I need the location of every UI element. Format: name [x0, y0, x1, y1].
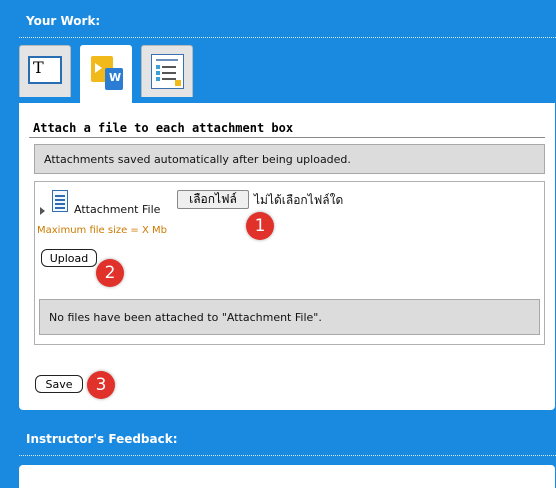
text-box-icon: T — [28, 56, 62, 84]
outline-line — [156, 65, 160, 69]
your-work-title: Your Work: — [26, 14, 101, 28]
outline-line — [162, 78, 176, 80]
step-badge-2: 2 — [96, 259, 124, 287]
tab-outline[interactable] — [141, 45, 193, 97]
no-files-attached-note: No files have been attached to "Attachme… — [39, 299, 540, 335]
outline-line — [156, 71, 160, 75]
outline-doc-icon — [151, 54, 184, 89]
outline-line — [162, 66, 176, 68]
outline-line — [156, 59, 178, 61]
attachment-doc-icon: W — [91, 56, 125, 92]
upload-button[interactable]: Upload — [41, 249, 97, 267]
outline-line — [162, 72, 176, 74]
no-file-chosen-text: ไม่ได้เลือกไฟล์ใด — [254, 193, 344, 207]
doc-lines — [55, 195, 65, 197]
play-triangle — [95, 63, 102, 73]
tab-text-entry[interactable]: T — [19, 45, 71, 97]
expand-arrow-icon[interactable] — [40, 207, 45, 215]
outline-line — [156, 77, 160, 81]
attachment-file-label: Attachment File — [74, 203, 161, 216]
feedback-panel — [19, 465, 555, 488]
word-glyph: W — [109, 71, 122, 84]
step-badge-1: 1 — [246, 212, 274, 240]
outline-corner — [175, 80, 181, 86]
word-doc-shape: W — [105, 68, 123, 90]
heading-rule — [29, 137, 545, 138]
feedback-divider — [19, 455, 556, 456]
save-button[interactable]: Save — [35, 375, 83, 393]
step-badge-3: 3 — [87, 371, 115, 399]
tab-file-attach[interactable]: W — [80, 45, 132, 103]
feedback-title: Instructor's Feedback: — [26, 432, 178, 446]
document-icon — [52, 190, 68, 212]
saved-note: Attachments saved automatically after be… — [34, 144, 545, 174]
max-file-size-note: Maximum file size = X Mb — [37, 225, 167, 236]
attachment-heading: Attach a file to each attachment box — [33, 121, 294, 135]
choose-file-button[interactable]: เลือกไฟล์ — [177, 190, 249, 209]
text-box-glyph: T — [33, 58, 44, 77]
your-work-divider — [19, 37, 556, 38]
